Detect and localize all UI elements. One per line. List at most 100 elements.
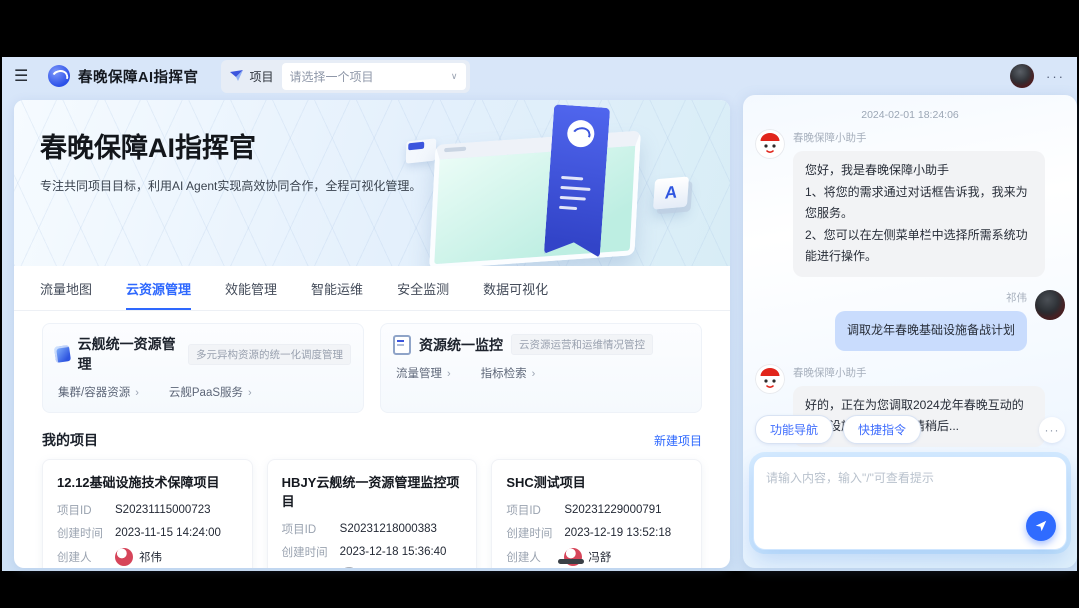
monitor-clipboard-icon (393, 335, 411, 355)
function-nav-button[interactable]: 功能导航 (755, 415, 833, 444)
assistant-avatar-icon (755, 364, 785, 394)
user-avatar-chat (1035, 290, 1065, 320)
hero-banner: A 春晚保障AI指挥官 专注共同项目目标，利用AI Agent实现高效协同合作，… (14, 100, 730, 266)
project-flag-icon (229, 69, 245, 83)
ribbon-text-lines (547, 168, 606, 212)
hero-illustration: A (406, 106, 706, 262)
user-bubble: 调取龙年春晚基础设施备战计划 (835, 311, 1027, 351)
horizontal-scrollbar[interactable] (558, 559, 584, 564)
ai-cube-icon: A (653, 176, 689, 209)
project-created-label: 创建时间 (506, 525, 564, 541)
tab-security[interactable]: 安全监测 (397, 279, 449, 310)
user-avatar[interactable] (1010, 64, 1034, 88)
feature-card-monitoring[interactable]: 资源统一监控 云资源运营和运维情况管控 流量管理› 指标检索› (380, 323, 702, 413)
link-cluster-container[interactable]: 集群/容器资源› (58, 384, 139, 400)
quick-command-button[interactable]: 快捷指令 (843, 415, 921, 444)
assistant-name: 春晚保障小助手 (793, 365, 1045, 380)
app-bar-right: ··· (1010, 64, 1065, 88)
project-created-label: 创建时间 (282, 544, 340, 560)
main-area: A 春晚保障AI指挥官 专注共同项目目标，利用AI Agent实现高效协同合作，… (14, 100, 1077, 568)
feature-card-row: 云舰统一资源管理 多元异构资源的统一化调度管理 集群/容器资源› 云舰PaaS服… (14, 311, 730, 413)
project-created-label: 创建时间 (57, 525, 115, 541)
feature-card-title: 云舰统一资源管理 (78, 334, 180, 374)
hero-subtitle: 专注共同项目目标，利用AI Agent实现高效协同合作，全程可视化管理。 (40, 174, 436, 200)
chat-timestamp: 2024-02-01 18:24:06 (755, 109, 1065, 121)
link-arrow-icon: › (532, 368, 536, 380)
tab-cloud-resource[interactable]: 云资源管理 (126, 279, 191, 310)
tab-efficiency[interactable]: 效能管理 (225, 279, 277, 310)
tab-data-visualization[interactable]: 数据可视化 (483, 279, 548, 310)
project-title: 12.12基础设施技术保障项目 (57, 472, 238, 491)
project-id-value: S20231229000791 (564, 504, 661, 516)
left-panel: A 春晚保障AI指挥官 专注共同项目目标，利用AI Agent实现高效协同合作，… (14, 100, 730, 568)
project-id-value: S20231218000383 (340, 523, 437, 535)
feature-card-title: 资源统一监控 (419, 335, 503, 355)
user-message: 祁伟 调取龙年春晚基础设施备战计划 (755, 290, 1065, 351)
project-creator-label: 创建人 (506, 549, 564, 565)
projects-heading: 我的项目 (42, 430, 98, 450)
project-selector[interactable]: 项目 请选择一个项目 ∨ (221, 60, 470, 93)
chevron-down-icon: ∨ (451, 71, 458, 82)
assistant-message: 春晚保障小助手 您好，我是春晚保障小助手 1、将您的需求通过对话框告诉我，我来为… (755, 129, 1065, 277)
assistant-bubble: 您好，我是春晚保障小助手 1、将您的需求通过对话框告诉我，我来为您服务。 2、您… (793, 151, 1045, 277)
hero-title: 春晚保障AI指挥官 (40, 126, 256, 165)
feature-card-tag: 多元异构资源的统一化调度管理 (188, 344, 351, 365)
header-more-icon[interactable]: ··· (1046, 69, 1065, 84)
chat-panel: 2024-02-01 18:24:06 春晚保障小助手 您好，我是春晚保障小助手… (743, 95, 1077, 568)
project-card[interactable]: SHC测试项目 项目IDS20231229000791 创建时间2023-12-… (491, 459, 702, 568)
app-logo-icon (48, 65, 70, 87)
project-selector-label: 项目 (250, 68, 274, 85)
creator-avatar (115, 548, 133, 566)
link-metric-search[interactable]: 指标检索› (481, 365, 536, 381)
project-created-value: 2023-12-18 15:36:40 (340, 546, 447, 558)
app-title: 春晚保障AI指挥官 (78, 66, 199, 87)
assistant-avatar-icon (755, 129, 785, 159)
folder-illustration-icon (406, 138, 437, 163)
send-icon (1034, 519, 1048, 533)
creator-avatar (340, 567, 358, 568)
project-select-placeholder: 请选择一个项目 (290, 68, 374, 85)
project-created-value: 2023-12-19 13:52:18 (564, 527, 671, 539)
chat-input-container (753, 456, 1067, 550)
cloud-ship-icon (54, 345, 71, 363)
creator-name: 冯舒 (588, 549, 611, 565)
chat-message-list: 2024-02-01 18:24:06 春晚保障小助手 您好，我是春晚保障小助手… (743, 95, 1077, 447)
quick-action-row: 功能导航 快捷指令 ··· (755, 415, 1065, 444)
app-viewport: ☰ 春晚保障AI指挥官 项目 请选择一个项目 ∨ ··· (2, 57, 1077, 571)
tab-intelligent-ops[interactable]: 智能运维 (311, 279, 363, 310)
project-id-value: S20231115000723 (115, 504, 211, 516)
assistant-name: 春晚保障小助手 (793, 130, 1045, 145)
ribbon-logo-icon (566, 119, 595, 148)
link-arrow-icon: › (135, 387, 139, 399)
new-project-button[interactable]: 新建项目 (654, 432, 702, 449)
banner-ribbon-icon (544, 104, 610, 258)
project-title: HBJY云舰统一资源管理监控项目 (282, 472, 463, 510)
project-id-label: 项目ID (506, 502, 564, 518)
chat-input[interactable] (754, 457, 1066, 549)
project-id-label: 项目ID (282, 521, 340, 537)
creator-name: 祁伟 (139, 549, 162, 565)
tab-bar: 流量地图 云资源管理 效能管理 智能运维 安全监测 数据可视化 (14, 266, 730, 311)
project-card-row: 12.12基础设施技术保障项目 项目IDS20231115000723 创建时间… (14, 459, 730, 568)
project-card[interactable]: 12.12基础设施技术保障项目 项目IDS20231115000723 创建时间… (42, 459, 253, 568)
feature-card-tag: 云资源运营和运维情况管控 (511, 334, 653, 355)
user-name: 祁伟 (835, 290, 1027, 305)
link-paas-service[interactable]: 云舰PaaS服务› (169, 384, 252, 400)
feature-card-resource-management[interactable]: 云舰统一资源管理 多元异构资源的统一化调度管理 集群/容器资源› 云舰PaaS服… (42, 323, 364, 413)
app-bar: ☰ 春晚保障AI指挥官 项目 请选择一个项目 ∨ ··· (2, 57, 1077, 95)
link-traffic-management[interactable]: 流量管理› (396, 365, 451, 381)
tab-traffic-map[interactable]: 流量地图 (40, 279, 92, 310)
link-arrow-icon: › (248, 387, 252, 399)
chat-more-icon[interactable]: ··· (1039, 417, 1065, 443)
project-select-dropdown[interactable]: 请选择一个项目 ∨ (282, 63, 466, 90)
project-id-label: 项目ID (57, 502, 115, 518)
hamburger-menu-icon[interactable]: ☰ (14, 66, 40, 86)
projects-header: 我的项目 新建项目 (14, 413, 730, 459)
project-title: SHC测试项目 (506, 472, 687, 491)
project-creator-label: 创建人 (57, 549, 115, 565)
window-illustration-icon (429, 130, 641, 266)
link-arrow-icon: › (447, 368, 451, 380)
project-card[interactable]: HBJY云舰统一资源管理监控项目 项目IDS20231218000383 创建时… (267, 459, 478, 568)
project-created-value: 2023-11-15 14:24:00 (115, 527, 221, 539)
send-button[interactable] (1026, 511, 1056, 541)
